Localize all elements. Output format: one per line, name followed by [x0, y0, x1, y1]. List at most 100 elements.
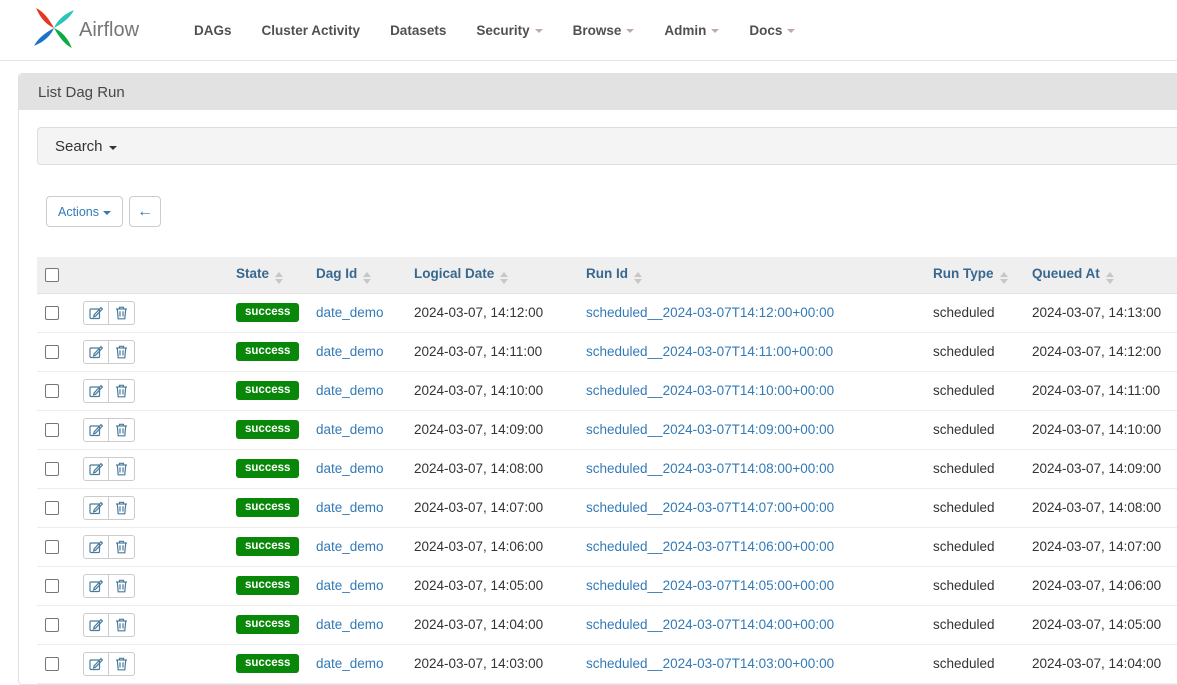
navbar-item-admin[interactable]: Admin	[649, 23, 734, 38]
trash-icon	[115, 501, 128, 515]
chevron-down-icon	[711, 29, 719, 33]
row-checkbox[interactable]	[45, 657, 59, 671]
delete-button[interactable]	[109, 535, 135, 559]
navbar-item-datasets[interactable]: Datasets	[375, 23, 461, 38]
navbar-item-security[interactable]: Security	[461, 23, 557, 38]
run-id-link[interactable]: scheduled__2024-03-07T14:11:00+00:00	[586, 344, 833, 359]
dag-id-link[interactable]: date_demo	[316, 539, 384, 554]
table-row: success date_demo 2024-03-07, 14:12:00 s…	[37, 293, 1177, 332]
column-header-run-type[interactable]: Run Type	[925, 257, 1024, 293]
row-checkbox[interactable]	[45, 345, 59, 359]
table-row: success date_demo 2024-03-07, 14:06:00 s…	[37, 527, 1177, 566]
edit-button[interactable]	[83, 379, 109, 403]
row-checkbox[interactable]	[45, 501, 59, 515]
trash-icon	[115, 540, 128, 554]
delete-button[interactable]	[109, 418, 135, 442]
logical-date-cell: 2024-03-07, 14:12:00	[406, 293, 578, 332]
row-checkbox[interactable]	[45, 462, 59, 476]
delete-button[interactable]	[109, 574, 135, 598]
queued-at-cell: 2024-03-07, 14:09:00	[1024, 449, 1177, 488]
edit-button[interactable]	[83, 457, 109, 481]
actions-column-header	[75, 257, 228, 293]
edit-pencil-icon	[89, 462, 103, 476]
dag-id-link[interactable]: date_demo	[316, 344, 384, 359]
run-id-link[interactable]: scheduled__2024-03-07T14:12:00+00:00	[586, 305, 834, 320]
row-checkbox[interactable]	[45, 618, 59, 632]
search-collapse-toggle[interactable]: Search	[37, 127, 1177, 165]
back-button[interactable]: ←	[129, 196, 161, 227]
dag-id-link[interactable]: date_demo	[316, 656, 384, 671]
list-dag-run-panel: List Dag Run Search Actions ←	[18, 73, 1177, 685]
sort-icon	[275, 272, 283, 284]
edit-pencil-icon	[89, 618, 103, 632]
navbar-item-docs[interactable]: Docs	[734, 23, 810, 38]
delete-button[interactable]	[109, 613, 135, 637]
row-checkbox[interactable]	[45, 579, 59, 593]
dag-id-link[interactable]: date_demo	[316, 305, 384, 320]
run-id-link[interactable]: scheduled__2024-03-07T14:05:00+00:00	[586, 578, 834, 593]
navbar-item-browse[interactable]: Browse	[558, 23, 650, 38]
edit-button[interactable]	[83, 613, 109, 637]
run-type-cell: scheduled	[925, 410, 1024, 449]
navbar-item-cluster-activity[interactable]: Cluster Activity	[247, 23, 376, 38]
delete-button[interactable]	[109, 379, 135, 403]
edit-button[interactable]	[83, 340, 109, 364]
airflow-brand-link[interactable]: Airflow	[33, 7, 139, 54]
queued-at-cell: 2024-03-07, 14:13:00	[1024, 293, 1177, 332]
table-row: success date_demo 2024-03-07, 14:11:00 s…	[37, 332, 1177, 371]
edit-pencil-icon	[89, 540, 103, 554]
run-id-link[interactable]: scheduled__2024-03-07T14:07:00+00:00	[586, 500, 834, 515]
delete-button[interactable]	[109, 457, 135, 481]
edit-button[interactable]	[83, 496, 109, 520]
sort-icon	[500, 272, 508, 284]
delete-button[interactable]	[109, 301, 135, 325]
actions-dropdown-button[interactable]: Actions	[46, 196, 123, 227]
select-all-checkbox[interactable]	[45, 268, 59, 282]
run-id-link[interactable]: scheduled__2024-03-07T14:08:00+00:00	[586, 461, 834, 476]
logical-date-cell: 2024-03-07, 14:08:00	[406, 449, 578, 488]
row-action-buttons	[83, 418, 135, 442]
column-header-queued-at[interactable]: Queued At	[1024, 257, 1177, 293]
delete-button[interactable]	[109, 340, 135, 364]
chevron-down-icon	[535, 29, 543, 33]
edit-button[interactable]	[83, 418, 109, 442]
edit-button[interactable]	[83, 652, 109, 676]
panel-heading: List Dag Run	[19, 74, 1177, 110]
column-header-dag-id[interactable]: Dag Id	[308, 257, 406, 293]
row-checkbox[interactable]	[45, 384, 59, 398]
run-id-link[interactable]: scheduled__2024-03-07T14:10:00+00:00	[586, 383, 834, 398]
column-header-run-id[interactable]: Run Id	[578, 257, 925, 293]
edit-button[interactable]	[83, 301, 109, 325]
edit-button[interactable]	[83, 535, 109, 559]
column-header-logical-date[interactable]: Logical Date	[406, 257, 578, 293]
search-label: Search	[55, 138, 103, 155]
state-badge: success	[236, 615, 299, 635]
run-id-link[interactable]: scheduled__2024-03-07T14:09:00+00:00	[586, 422, 834, 437]
dag-id-link[interactable]: date_demo	[316, 500, 384, 515]
edit-button[interactable]	[83, 574, 109, 598]
dag-id-link[interactable]: date_demo	[316, 617, 384, 632]
chevron-down-icon	[787, 29, 795, 33]
row-action-buttons	[83, 613, 135, 637]
navbar-item-dags[interactable]: DAGs	[179, 23, 247, 38]
run-id-link[interactable]: scheduled__2024-03-07T14:03:00+00:00	[586, 656, 834, 671]
run-type-cell: scheduled	[925, 371, 1024, 410]
dag-id-link[interactable]: date_demo	[316, 383, 384, 398]
column-header-state[interactable]: State	[228, 257, 308, 293]
dag-id-link[interactable]: date_demo	[316, 461, 384, 476]
run-id-link[interactable]: scheduled__2024-03-07T14:04:00+00:00	[586, 617, 834, 632]
delete-button[interactable]	[109, 496, 135, 520]
state-badge: success	[236, 498, 299, 518]
row-checkbox[interactable]	[45, 423, 59, 437]
dag-id-link[interactable]: date_demo	[316, 422, 384, 437]
logical-date-cell: 2024-03-07, 14:05:00	[406, 566, 578, 605]
row-checkbox[interactable]	[45, 540, 59, 554]
edit-pencil-icon	[89, 423, 103, 437]
row-checkbox[interactable]	[45, 306, 59, 320]
delete-button[interactable]	[109, 652, 135, 676]
queued-at-cell: 2024-03-07, 14:07:00	[1024, 527, 1177, 566]
run-id-link[interactable]: scheduled__2024-03-07T14:06:00+00:00	[586, 539, 834, 554]
state-badge: success	[236, 576, 299, 596]
dag-id-link[interactable]: date_demo	[316, 578, 384, 593]
run-type-cell: scheduled	[925, 449, 1024, 488]
